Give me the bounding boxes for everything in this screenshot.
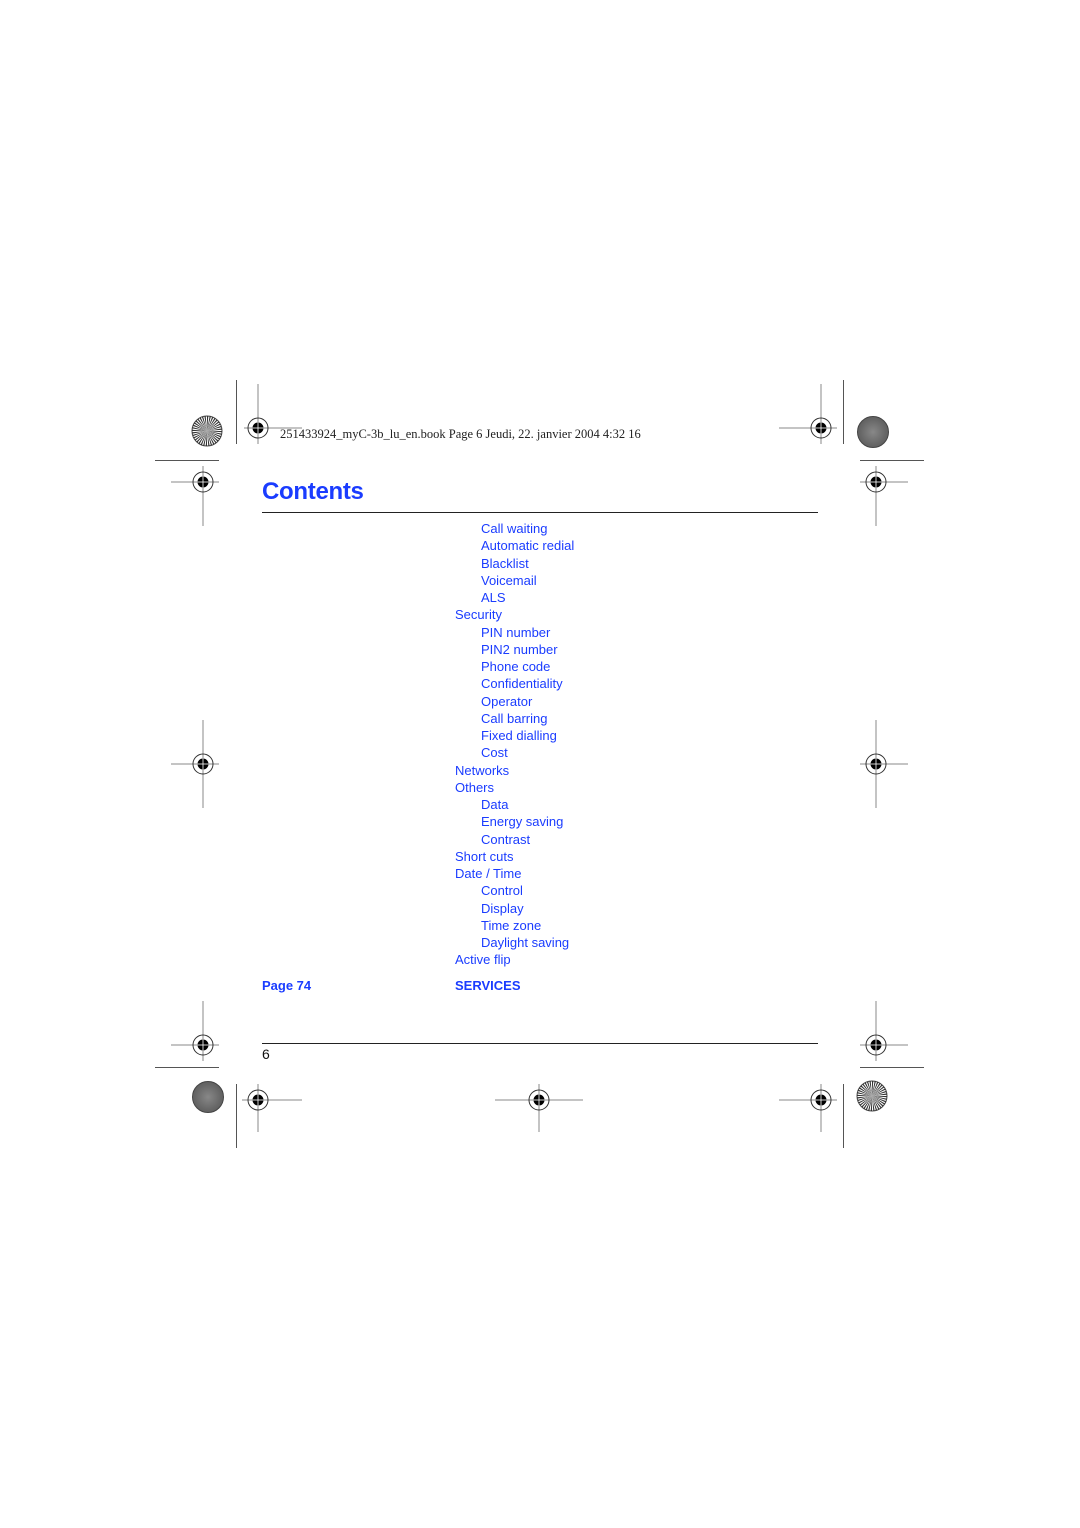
toc-item[interactable]: Cost (455, 744, 574, 761)
toc-item[interactable]: Time zone (455, 917, 574, 934)
toc-item[interactable]: Energy saving (455, 813, 574, 830)
crosshair-target-icon (860, 720, 908, 808)
crosshair-target-icon (171, 1001, 219, 1061)
toc-item[interactable]: Contrast (455, 831, 574, 848)
gray-disc-icon (192, 1081, 224, 1113)
crosshair-target-icon (242, 1084, 302, 1132)
toc-item[interactable]: Others (455, 779, 574, 796)
crop-line (236, 380, 237, 444)
toc-list: Call waiting Automatic redial Blacklist Voi… (455, 520, 574, 969)
toc-item[interactable]: Short cuts (455, 848, 574, 865)
toc-item[interactable]: Automatic redial (455, 537, 574, 554)
toc-item[interactable]: Blacklist (455, 555, 574, 572)
toc-item[interactable]: ALS (455, 589, 574, 606)
toc-item[interactable]: Daylight saving (455, 934, 574, 951)
print-slug: 251433924_myC-3b_lu_en.book Page 6 Jeudi… (280, 427, 641, 441)
crosshair-target-icon (244, 384, 302, 444)
footer-rule (262, 1043, 818, 1044)
toc-item[interactable]: PIN number (455, 624, 574, 641)
crosshair-target-icon (779, 1084, 837, 1132)
toc-item[interactable]: Call barring (455, 710, 574, 727)
starburst-icon (856, 1080, 888, 1112)
toc-item[interactable]: Date / Time (455, 865, 574, 882)
toc-item[interactable]: Confidentiality (455, 675, 574, 692)
crosshair-target-icon (860, 466, 908, 526)
page-number: 6 (262, 1046, 270, 1062)
section-name-link[interactable]: SERVICES (455, 978, 521, 993)
crop-line (843, 380, 844, 444)
crop-line (843, 1084, 844, 1148)
toc-item[interactable]: PIN2 number (455, 641, 574, 658)
section-page-link[interactable]: Page 74 (262, 978, 311, 993)
toc-item[interactable]: Security (455, 606, 574, 623)
gray-disc-icon (857, 416, 889, 448)
crop-line (860, 460, 924, 461)
toc-item[interactable]: Active flip (455, 951, 574, 968)
crop-line (155, 460, 219, 461)
toc-item[interactable]: Voicemail (455, 572, 574, 589)
toc-item[interactable]: Fixed dialling (455, 727, 574, 744)
crosshair-target-icon (860, 1001, 908, 1061)
starburst-icon (191, 415, 223, 447)
toc-item[interactable]: Phone code (455, 658, 574, 675)
crosshair-target-icon (779, 384, 837, 444)
crop-line (860, 1067, 924, 1068)
toc-item[interactable]: Data (455, 796, 574, 813)
crop-line (236, 1084, 237, 1148)
toc-item[interactable]: Control (455, 882, 574, 899)
crosshair-target-icon (171, 466, 219, 526)
title-rule (262, 512, 818, 513)
crop-line (155, 1067, 219, 1068)
toc-item[interactable]: Call waiting (455, 520, 574, 537)
crosshair-target-icon (495, 1084, 583, 1132)
crosshair-target-icon (171, 720, 219, 808)
toc-item[interactable]: Display (455, 900, 574, 917)
toc-item[interactable]: Operator (455, 693, 574, 710)
toc-item[interactable]: Networks (455, 762, 574, 779)
page-title: Contents (262, 478, 364, 505)
